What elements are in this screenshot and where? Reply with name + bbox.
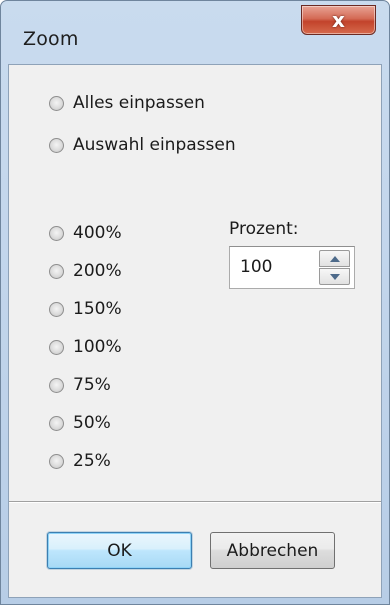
radio-circle-icon — [49, 137, 64, 153]
spin-up-button[interactable] — [319, 250, 350, 267]
radio-zoom-200-label: 200% — [73, 261, 122, 281]
radio-circle-icon — [49, 301, 64, 317]
radio-zoom-100-label: 100% — [73, 337, 122, 357]
close-icon: x — [332, 8, 345, 32]
percent-label: Prozent: — [229, 219, 299, 239]
radio-circle-icon — [49, 453, 64, 469]
percent-value[interactable]: 100 — [240, 257, 272, 277]
radio-zoom-150[interactable]: 150% — [49, 299, 122, 319]
radio-zoom-25[interactable]: 25% — [49, 451, 111, 471]
divider — [9, 501, 381, 503]
radio-fit-all-label: Alles einpassen — [73, 93, 205, 113]
radio-circle-icon — [49, 377, 64, 393]
radio-zoom-25-label: 25% — [73, 451, 111, 471]
ok-button[interactable]: OK — [47, 532, 192, 569]
close-button[interactable]: x — [301, 5, 376, 35]
radio-circle-icon — [49, 263, 64, 279]
cancel-button[interactable]: Abbrechen — [210, 532, 335, 569]
radio-circle-icon — [49, 339, 64, 355]
chevron-up-icon — [329, 255, 340, 262]
radio-circle-icon — [49, 415, 64, 431]
radio-fit-selection-label: Auswahl einpassen — [73, 135, 236, 155]
radio-zoom-400[interactable]: 400% — [49, 223, 122, 243]
window-title: Zoom — [23, 28, 79, 50]
radio-zoom-50-label: 50% — [73, 413, 111, 433]
radio-zoom-75-label: 75% — [73, 375, 111, 395]
radio-circle-icon — [49, 95, 64, 111]
chevron-down-icon — [329, 273, 340, 280]
radio-zoom-200[interactable]: 200% — [49, 261, 122, 281]
zoom-dialog: Zoom x Alles einpassen Auswahl einpassen… — [0, 0, 390, 605]
spin-down-button[interactable] — [319, 268, 350, 285]
radio-zoom-100[interactable]: 100% — [49, 337, 122, 357]
percent-stepper[interactable]: 100 — [229, 246, 355, 289]
radio-zoom-75[interactable]: 75% — [49, 375, 111, 395]
radio-zoom-400-label: 400% — [73, 223, 122, 243]
dialog-body: Alles einpassen Auswahl einpassen 400% 2… — [8, 64, 382, 598]
radio-fit-selection[interactable]: Auswahl einpassen — [49, 135, 236, 155]
radio-zoom-50[interactable]: 50% — [49, 413, 111, 433]
radio-zoom-150-label: 150% — [73, 299, 122, 319]
radio-circle-icon — [49, 225, 64, 241]
radio-fit-all[interactable]: Alles einpassen — [49, 93, 205, 113]
